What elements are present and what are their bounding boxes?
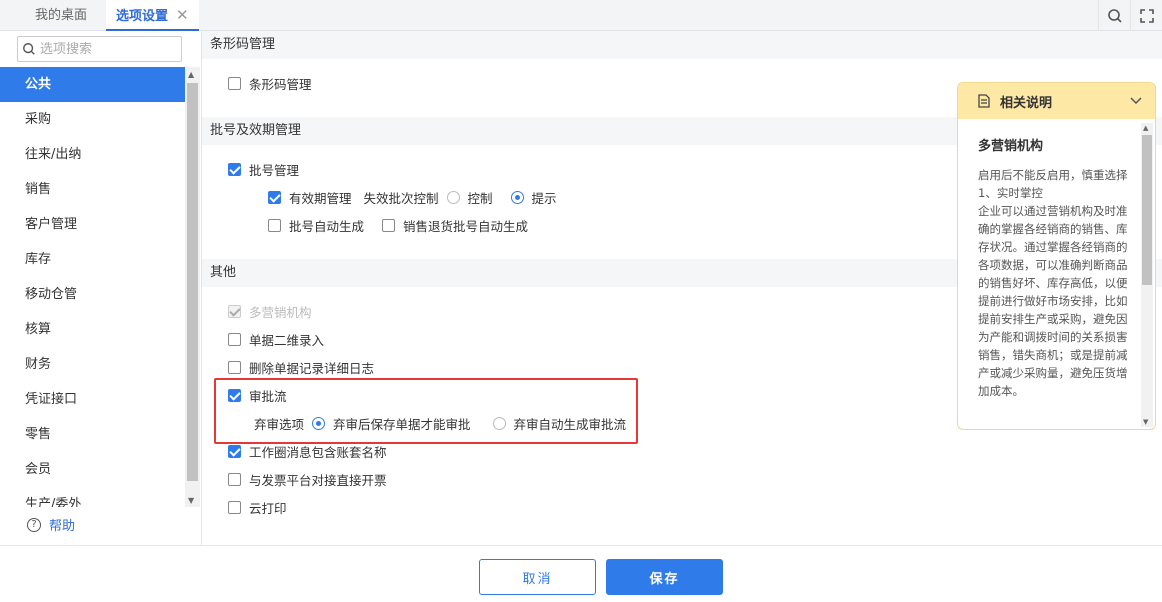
footer: 取消 保存 — [0, 545, 1162, 602]
sidebar-item-voucher[interactable]: 凭证接口 — [0, 382, 185, 417]
sidebar-nav: 公共 采购 往来/出纳 销售 客户管理 库存 移动仓管 核算 财务 凭证接口 零… — [0, 67, 185, 507]
checkbox[interactable] — [228, 500, 241, 514]
sidebar-item-sales[interactable]: 销售 — [0, 172, 185, 207]
info-scrollbar[interactable]: ▲ ▼ — [1141, 123, 1153, 427]
radio-label: 提示 — [531, 190, 557, 206]
expired-control-label: 失效批次控制 — [363, 190, 439, 206]
scrollbar-thumb[interactable] — [187, 83, 198, 481]
sidebar-item-member[interactable]: 会员 — [0, 452, 185, 487]
tab-my-desktop[interactable]: 我的桌面 — [35, 0, 87, 31]
checkbox-expiry-mgmt[interactable] — [268, 190, 281, 204]
checkbox-return-auto-batch[interactable] — [382, 218, 396, 232]
info-panel-header[interactable]: 相关说明 — [958, 83, 1155, 119]
option-multi-org: 多营销机构 — [228, 301, 312, 321]
sidebar-item-production[interactable]: 生产/委外 — [0, 487, 185, 507]
sidebar-item-public[interactable]: 公共 — [0, 67, 185, 102]
option-label: 条形码管理 — [249, 76, 312, 92]
sidebar-scrollbar[interactable]: ▲ ▼ — [185, 67, 200, 507]
info-panel-title: 相关说明 — [1000, 95, 1053, 111]
option-label: 与发票平台对接直接开票 — [249, 472, 387, 488]
scroll-up-arrow-icon[interactable]: ▲ — [1143, 124, 1148, 132]
sidebar-item-retail[interactable]: 零售 — [0, 417, 185, 452]
checkbox[interactable] — [228, 360, 241, 374]
scroll-down-arrow-icon[interactable]: ▼ — [188, 496, 194, 505]
sidebar-item-purchase[interactable]: 采购 — [0, 102, 185, 137]
option-label: 批号自动生成 — [289, 218, 365, 234]
close-icon[interactable]: ✕ — [176, 6, 189, 24]
info-text: 启用后不能反启用，慎重选择 1、实时掌控 企业可以通过营销机构及时准确的掌握各经… — [978, 168, 1128, 398]
tab-bar: 我的桌面 选项设置 ✕ — [0, 0, 1162, 31]
sidebar-item-finance[interactable]: 财务 — [0, 347, 185, 382]
checkbox-checked[interactable] — [228, 162, 241, 176]
help-link[interactable]: ? 帮助 — [27, 515, 75, 534]
sidebar-item-inventory[interactable]: 库存 — [0, 242, 185, 277]
info-panel: 相关说明 多营销机构 启用后不能反启用，慎重选择 1、实时掌控 企业可以通过营销… — [957, 82, 1156, 430]
scroll-up-arrow-icon[interactable]: ▲ — [188, 70, 194, 79]
save-button[interactable]: 保存 — [606, 559, 723, 595]
checkbox[interactable] — [228, 332, 241, 346]
search-box — [17, 36, 182, 62]
document-icon — [978, 94, 990, 108]
checkbox-disabled — [228, 304, 241, 318]
sidebar-item-mobile-warehouse[interactable]: 移动仓管 — [0, 277, 185, 312]
option-label: 批号管理 — [249, 162, 300, 178]
option-batch-mgmt[interactable]: 批号管理 — [228, 159, 299, 179]
option-barcode-mgmt[interactable]: 条形码管理 — [228, 73, 312, 93]
sidebar-item-crm[interactable]: 客户管理 — [0, 207, 185, 242]
option-label: 删除单据记录详细日志 — [249, 360, 375, 376]
info-panel-body: 多营销机构 启用后不能反启用，慎重选择 1、实时掌控 企业可以通过营销机构及时准… — [958, 119, 1141, 429]
cancel-button[interactable]: 取消 — [479, 559, 596, 595]
checkbox[interactable] — [228, 472, 241, 486]
help-label: 帮助 — [49, 519, 76, 534]
chevron-down-icon[interactable] — [1129, 93, 1143, 107]
tab-label: 我的桌面 — [35, 8, 88, 23]
option-label: 有效期管理 — [289, 190, 352, 206]
option-workgroup-msg[interactable]: 工作圈消息包含账套名称 — [228, 441, 387, 461]
radio-prompt[interactable] — [510, 190, 524, 204]
sidebar: 公共 采购 往来/出纳 销售 客户管理 库存 移动仓管 核算 财务 凭证接口 零… — [0, 31, 202, 545]
sidebar-item-costing[interactable]: 核算 — [0, 312, 185, 347]
section-header-barcode: 条形码管理 — [202, 31, 1162, 59]
search-icon — [23, 43, 35, 55]
radio-label: 控制 — [467, 190, 493, 206]
scrollbar-thumb[interactable] — [1142, 135, 1152, 285]
option-label: 云打印 — [249, 500, 287, 516]
checkbox[interactable] — [228, 76, 241, 90]
checkbox-checked[interactable] — [228, 444, 241, 458]
option-delete-log[interactable]: 删除单据记录详细日志 — [228, 357, 374, 377]
option-cloud-print[interactable]: 云打印 — [228, 497, 287, 517]
sidebar-item-accounts[interactable]: 往来/出纳 — [0, 137, 185, 172]
search-icon[interactable] — [1098, 0, 1130, 31]
tab-options-settings[interactable]: 选项设置 ✕ — [106, 0, 199, 31]
search-input[interactable] — [40, 41, 170, 57]
option-auto-batch-row: 批号自动生成 销售退货批号自动生成 — [268, 215, 528, 235]
highlight-box — [214, 378, 638, 444]
help-icon: ? — [27, 517, 41, 532]
option-qr-entry[interactable]: 单据二维录入 — [228, 329, 324, 349]
option-label: 多营销机构 — [249, 304, 312, 320]
scroll-down-arrow-icon[interactable]: ▼ — [1143, 418, 1148, 426]
tab-label: 选项设置 — [116, 9, 169, 24]
checkbox-auto-batch[interactable] — [268, 218, 281, 232]
radio-control[interactable] — [446, 190, 460, 204]
option-label: 销售退货批号自动生成 — [403, 218, 529, 234]
option-label: 单据二维录入 — [249, 332, 325, 348]
option-invoice-platform[interactable]: 与发票平台对接直接开票 — [228, 469, 387, 489]
option-expiry-row: 有效期管理 失效批次控制 控制 提示 — [268, 187, 557, 207]
info-title: 多营销机构 — [978, 139, 1044, 154]
fullscreen-icon[interactable] — [1130, 0, 1162, 31]
option-label: 工作圈消息包含账套名称 — [249, 444, 387, 460]
